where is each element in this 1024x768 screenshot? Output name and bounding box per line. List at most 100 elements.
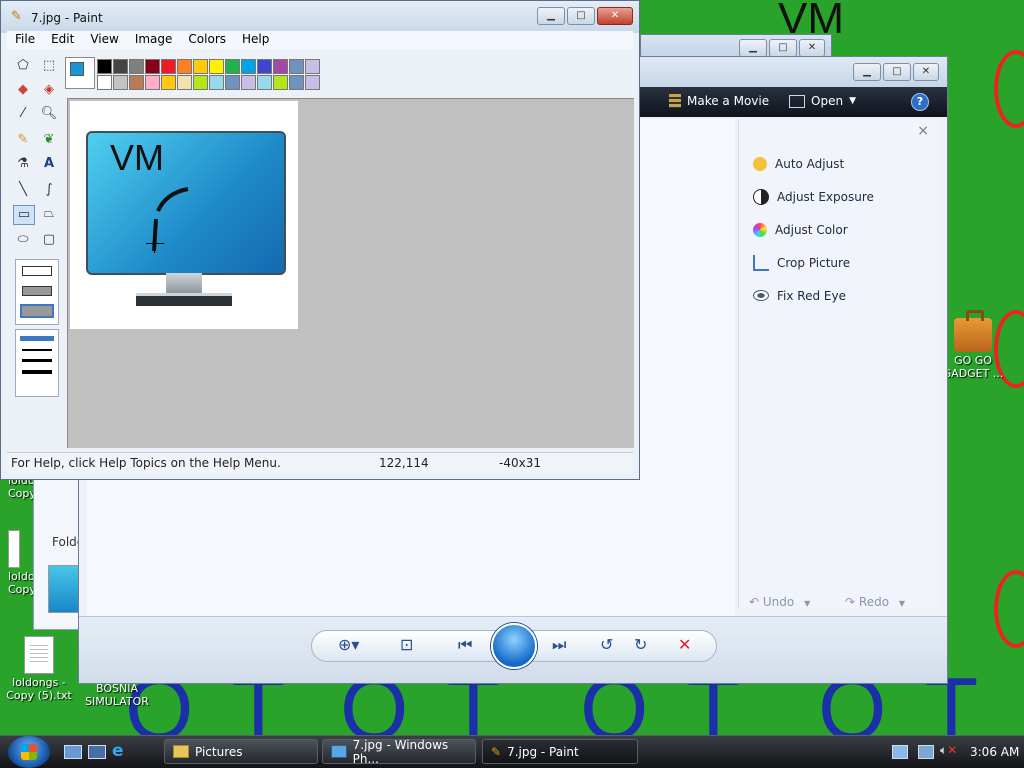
fix-adjust-exposure[interactable]: Adjust Exposure: [739, 180, 939, 213]
undo-button[interactable]: ↶ Undo ▼: [749, 595, 810, 609]
maximize-button[interactable]: □: [883, 63, 911, 81]
color-swatch[interactable]: [289, 75, 304, 90]
color-picker-icon[interactable]: ⁄: [13, 105, 33, 123]
color-swatch[interactable]: [305, 59, 320, 74]
color-swatch[interactable]: [241, 59, 256, 74]
show-desktop-icon[interactable]: [64, 745, 82, 759]
fill-solid-option[interactable]: [20, 304, 54, 318]
folders-window[interactable]: Folde: [33, 478, 84, 630]
open-button[interactable]: Open ▼: [789, 94, 856, 108]
text-tool-icon[interactable]: A: [39, 155, 59, 173]
fix-red-eye[interactable]: Fix Red Eye: [739, 279, 939, 312]
curve-icon[interactable]: ∫: [39, 181, 59, 199]
delete-icon[interactable]: ✕: [678, 635, 691, 654]
paint-image[interactable]: VM: [70, 101, 298, 329]
fit-window-icon[interactable]: ⊡: [400, 635, 413, 654]
magnifier-icon[interactable]: 🔍︎: [39, 105, 59, 123]
taskbar-item-paint[interactable]: ✎ 7.jpg - Paint: [482, 739, 638, 764]
pencil-icon[interactable]: ✎: [13, 131, 33, 149]
color-swatch[interactable]: [161, 59, 176, 74]
color-swatch[interactable]: [273, 59, 288, 74]
fill-style-options[interactable]: [15, 259, 59, 325]
maximize-button[interactable]: □: [567, 7, 595, 25]
eraser-icon[interactable]: ◆: [13, 81, 33, 99]
menu-edit[interactable]: Edit: [43, 31, 82, 49]
rotate-counterclockwise-icon[interactable]: ↺: [600, 635, 613, 654]
tray-app-icon[interactable]: [918, 745, 934, 759]
maximize-button[interactable]: □: [769, 39, 797, 57]
rounded-rect-icon[interactable]: ▢: [39, 231, 59, 249]
paint-window[interactable]: ✎ 7.jpg - Paint ▁ □ ✕ File Edit View Ima…: [0, 0, 640, 480]
free-select-icon[interactable]: ⬠: [13, 57, 33, 75]
color-swatch[interactable]: [257, 59, 272, 74]
rectangle-tool-icon[interactable]: ▭: [13, 205, 35, 225]
brush-icon[interactable]: ❦: [39, 131, 59, 149]
color-swatch[interactable]: [209, 59, 224, 74]
rotate-clockwise-icon[interactable]: ↻: [634, 635, 647, 654]
close-panel-button[interactable]: ×: [917, 123, 929, 139]
color-swatch[interactable]: [113, 75, 128, 90]
taskbar-item-pictures[interactable]: Pictures: [164, 739, 318, 764]
network-icon[interactable]: [892, 745, 908, 759]
clock[interactable]: 3:06 AM: [970, 745, 1019, 759]
color-swatch[interactable]: [161, 75, 176, 90]
color-swatch[interactable]: [273, 75, 288, 90]
minimize-button[interactable]: ▁: [537, 7, 565, 25]
help-button[interactable]: ?: [911, 93, 929, 111]
fix-adjust-color[interactable]: Adjust Color: [739, 213, 939, 246]
width-2-option[interactable]: [22, 349, 52, 351]
desktop-icon-bosnia-simulator[interactable]: BOSNIA SIMULATOR: [82, 682, 152, 708]
color-swatch[interactable]: [177, 75, 192, 90]
line-width-options[interactable]: [15, 329, 59, 397]
redo-button[interactable]: ↷ Redo ▼: [845, 595, 905, 609]
paint-canvas-area[interactable]: VM: [67, 98, 634, 448]
fill-both-option[interactable]: [22, 286, 52, 296]
close-button[interactable]: ✕: [597, 7, 633, 25]
color-swatch[interactable]: [225, 59, 240, 74]
fill-outline-option[interactable]: [22, 266, 52, 276]
menu-view[interactable]: View: [82, 31, 126, 49]
internet-explorer-icon[interactable]: e: [112, 741, 124, 761]
make-movie-button[interactable]: Make a Movie: [669, 94, 769, 108]
ellipse-icon[interactable]: ⬭: [13, 231, 33, 249]
color-swatch[interactable]: [129, 59, 144, 74]
current-colors[interactable]: [65, 57, 95, 89]
airbrush-icon[interactable]: ⚗: [13, 155, 33, 173]
color-swatch[interactable]: [97, 59, 112, 74]
color-swatch[interactable]: [225, 75, 240, 90]
polygon-icon[interactable]: ⏢: [39, 205, 59, 223]
minimize-button[interactable]: ▁: [739, 39, 767, 57]
desktop-icon-loldongs-copy5[interactable]: loldongs - Copy (5).txt: [4, 636, 74, 702]
start-button[interactable]: [8, 736, 50, 768]
menu-image[interactable]: Image: [127, 31, 181, 49]
width-1-option[interactable]: [20, 336, 54, 341]
color-swatch[interactable]: [145, 75, 160, 90]
color-swatch[interactable]: [241, 75, 256, 90]
slideshow-button[interactable]: [491, 623, 537, 669]
menu-help[interactable]: Help: [234, 31, 277, 49]
color-swatch[interactable]: [193, 75, 208, 90]
close-button[interactable]: ✕: [913, 63, 939, 81]
rect-select-icon[interactable]: ⬚: [39, 57, 59, 75]
switch-windows-icon[interactable]: [88, 745, 106, 759]
color-swatch[interactable]: [305, 75, 320, 90]
minimize-button[interactable]: ▁: [853, 63, 881, 81]
color-swatch[interactable]: [97, 75, 112, 90]
menu-file[interactable]: File: [7, 31, 43, 49]
paint-titlebar[interactable]: ✎ 7.jpg - Paint ▁ □ ✕: [1, 1, 639, 33]
width-3-option[interactable]: [22, 359, 52, 362]
close-button[interactable]: ✕: [799, 39, 825, 57]
color-swatch[interactable]: [193, 59, 208, 74]
taskbar-item-photo-gallery[interactable]: 7.jpg - Windows Ph...: [322, 738, 476, 766]
fix-crop-picture[interactable]: Crop Picture: [739, 246, 939, 279]
fill-bucket-icon[interactable]: ◈: [39, 81, 59, 99]
color-swatch[interactable]: [129, 75, 144, 90]
color-swatch[interactable]: [177, 59, 192, 74]
volume-muted-icon[interactable]: 🔈︎✕: [940, 743, 957, 758]
color-swatch[interactable]: [209, 75, 224, 90]
fix-auto-adjust[interactable]: Auto Adjust: [739, 147, 939, 180]
line-icon[interactable]: ╲: [13, 181, 33, 199]
desktop-icon-go-go-gadget[interactable]: GO GO GADGET ...: [938, 310, 1008, 380]
zoom-icon[interactable]: ⊕▾: [338, 635, 359, 654]
color-swatch[interactable]: [113, 59, 128, 74]
